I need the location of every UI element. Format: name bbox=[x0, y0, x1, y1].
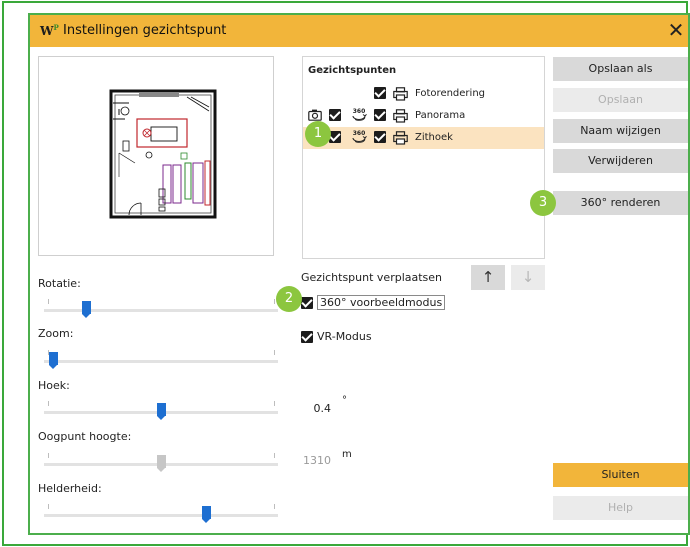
angle-value-field[interactable]: 0.4 bbox=[285, 399, 335, 419]
viewpoints-panel: Gezichtspunten Fotorendering 360 Panoram… bbox=[302, 56, 545, 259]
floorplan-drawing bbox=[109, 89, 217, 219]
viewpoint-label: Fotorendering bbox=[415, 88, 486, 99]
viewpoint-label: Zithoek bbox=[415, 132, 453, 143]
render-360-button[interactable]: 360° renderen bbox=[553, 191, 688, 215]
zoom-slider-thumb[interactable] bbox=[49, 352, 58, 369]
viewpoint-row-fotorendering[interactable]: Fotorendering bbox=[303, 83, 544, 105]
slider-tick bbox=[48, 453, 49, 458]
360-icon[interactable]: 360 bbox=[351, 129, 367, 146]
pano-text: 360 bbox=[353, 108, 366, 115]
title-bar: WP Instellingen gezichtspunt ✕ bbox=[30, 15, 688, 47]
zoom-label: Zoom: bbox=[38, 327, 74, 340]
printer-icon[interactable] bbox=[393, 87, 408, 101]
printer-icon[interactable] bbox=[393, 109, 408, 123]
eye-height-slider[interactable] bbox=[44, 453, 278, 472]
save-button[interactable]: Opslaan bbox=[553, 88, 688, 112]
move-down-button[interactable]: ↓ bbox=[511, 265, 545, 290]
zoom-slider[interactable] bbox=[44, 350, 278, 369]
eye-height-unit: m bbox=[342, 449, 352, 460]
brightness-slider-thumb[interactable] bbox=[202, 506, 211, 523]
window-title: Instellingen gezichtspunt bbox=[63, 23, 227, 38]
app-logo-icon: WP bbox=[40, 23, 59, 38]
viewpoint-row-zithoek[interactable]: 360 Zithoek bbox=[303, 127, 544, 149]
slider-tick bbox=[274, 453, 275, 458]
angle-label: Hoek: bbox=[38, 379, 70, 392]
viewpoint-settings-dialog: WP Instellingen gezichtspunt ✕ Gezichtsp… bbox=[28, 13, 690, 535]
vr-mode-checkbox[interactable] bbox=[301, 331, 313, 343]
camera-icon[interactable] bbox=[308, 109, 322, 121]
camera-checkbox[interactable] bbox=[329, 109, 341, 121]
callout-badge-2: 2 bbox=[276, 286, 302, 312]
rotation-slider[interactable] bbox=[44, 299, 278, 318]
close-button[interactable]: Sluiten bbox=[553, 463, 688, 487]
viewpoint-label: Panorama bbox=[415, 110, 466, 121]
move-viewpoint-label: Gezichtspunt verplaatsen bbox=[301, 271, 443, 284]
preview-360-label: 360° voorbeeldmodus bbox=[317, 295, 446, 310]
slider-tick bbox=[48, 401, 49, 406]
rename-button[interactable]: Naam wijzigen bbox=[553, 119, 688, 143]
eye-height-value-field[interactable]: 1310 bbox=[285, 451, 335, 471]
brightness-slider[interactable] bbox=[44, 504, 278, 523]
preview-360-checkbox[interactable] bbox=[301, 297, 313, 309]
visible-checkbox[interactable] bbox=[374, 109, 386, 121]
arrow-down-icon: ↓ bbox=[521, 268, 535, 286]
brightness-label: Helderheid: bbox=[38, 482, 102, 495]
viewpoint-row-panorama[interactable]: 360 Panorama bbox=[303, 105, 544, 127]
save-as-button[interactable]: Opslaan als bbox=[553, 57, 688, 81]
angle-unit: ° bbox=[342, 395, 347, 406]
slider-tick bbox=[48, 299, 49, 304]
visible-checkbox[interactable] bbox=[374, 131, 386, 143]
printer-icon[interactable] bbox=[393, 131, 408, 145]
viewpoints-header: Gezichtspunten bbox=[308, 65, 397, 76]
vr-mode-label: VR-Modus bbox=[317, 330, 372, 343]
360-icon[interactable]: 360 bbox=[351, 107, 367, 124]
floorplan-preview bbox=[38, 56, 274, 256]
eye-height-slider-thumb[interactable] bbox=[157, 455, 166, 472]
visible-checkbox[interactable] bbox=[374, 87, 386, 99]
slider-tick bbox=[274, 401, 275, 406]
move-up-button[interactable]: ↑ bbox=[471, 265, 505, 290]
slider-tick bbox=[274, 350, 275, 355]
eye-height-label: Oogpunt hoogte: bbox=[38, 430, 132, 443]
slider-tick bbox=[274, 504, 275, 509]
callout-badge-1: 1 bbox=[305, 121, 331, 147]
angle-slider-thumb[interactable] bbox=[157, 403, 166, 420]
delete-button[interactable]: Verwijderen bbox=[553, 149, 688, 173]
help-button[interactable]: Help bbox=[553, 496, 688, 520]
callout-badge-3: 3 bbox=[530, 190, 556, 216]
arrow-up-icon: ↑ bbox=[481, 268, 495, 286]
pano-text: 360 bbox=[353, 130, 366, 137]
slider-tick bbox=[48, 504, 49, 509]
close-icon[interactable]: ✕ bbox=[664, 18, 688, 42]
rotation-label: Rotatie: bbox=[38, 277, 81, 290]
slider-tick bbox=[274, 299, 275, 304]
rotation-slider-thumb[interactable] bbox=[82, 301, 91, 318]
angle-slider[interactable] bbox=[44, 401, 278, 420]
